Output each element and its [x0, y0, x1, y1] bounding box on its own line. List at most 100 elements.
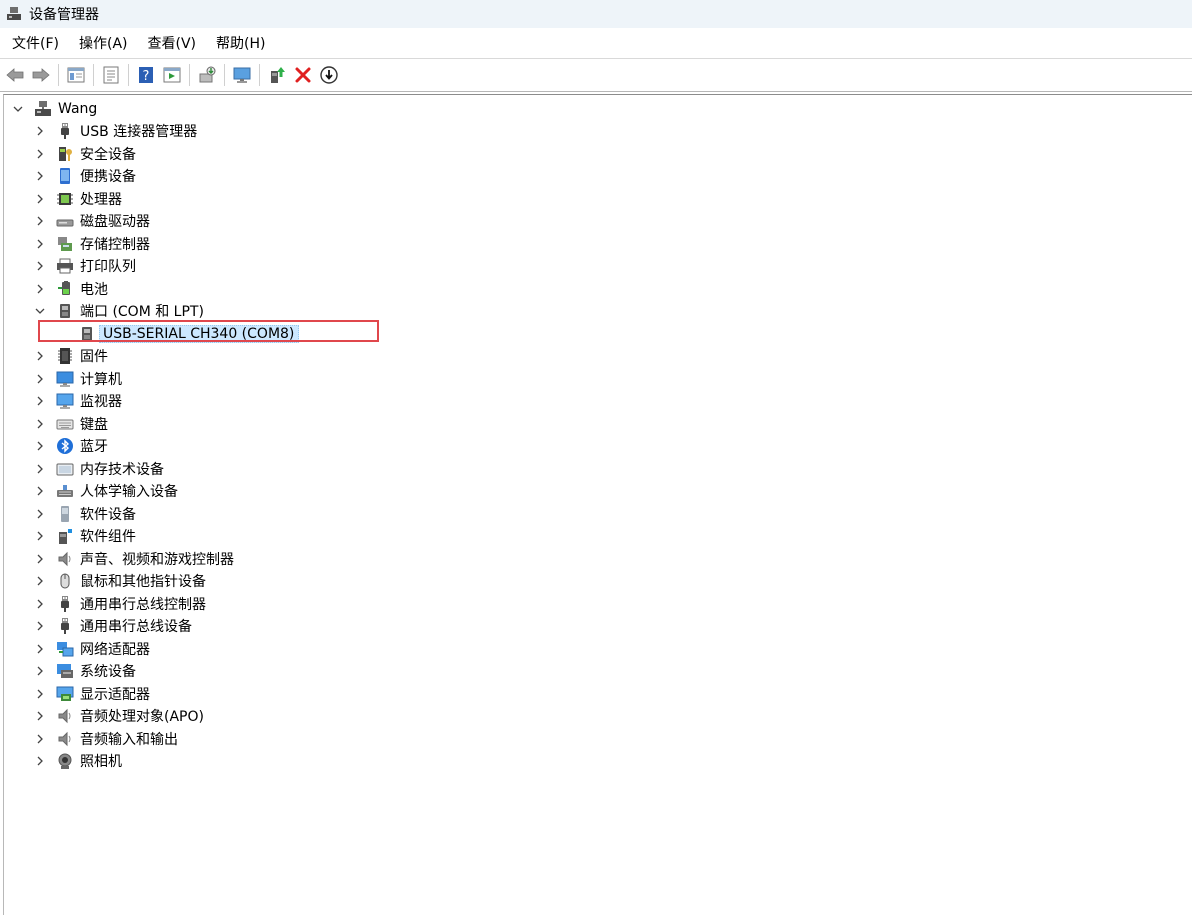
tree-item-label: 鼠标和其他指针设备: [80, 574, 206, 590]
chevron-right-icon[interactable]: [34, 575, 46, 587]
tree-item-label: 打印队列: [80, 259, 136, 275]
chevron-right-icon[interactable]: [34, 485, 46, 497]
tree-item[interactable]: 软件组件: [34, 525, 136, 547]
tree-item[interactable]: 便携设备: [34, 165, 136, 187]
tree-item-label: 显示适配器: [80, 687, 150, 703]
computer-root-icon: [34, 100, 52, 118]
tree-item[interactable]: 蓝牙: [34, 435, 108, 457]
chevron-right-icon[interactable]: [34, 463, 46, 475]
menu-help[interactable]: 帮助(H): [216, 31, 265, 55]
chevron-right-icon[interactable]: [34, 350, 46, 362]
tree-item[interactable]: 存储控制器: [34, 233, 150, 255]
security-key-icon: [56, 145, 74, 163]
back-arrow-icon[interactable]: [4, 64, 26, 86]
forward-arrow-icon[interactable]: [30, 64, 52, 86]
tree-item[interactable]: 软件设备: [34, 503, 136, 525]
tree-item[interactable]: 固件: [34, 345, 108, 367]
tree-item[interactable]: 处理器: [34, 188, 122, 210]
chevron-right-icon[interactable]: [34, 148, 46, 160]
chevron-right-icon[interactable]: [34, 710, 46, 722]
tree-item-label: 电池: [80, 282, 108, 298]
tree-item[interactable]: 计算机: [34, 368, 122, 390]
scan-hardware-icon[interactable]: [196, 64, 218, 86]
chevron-right-icon[interactable]: [34, 665, 46, 677]
tree-item-label: 通用串行总线控制器: [80, 597, 206, 613]
computer-icon: [56, 370, 74, 388]
device-tree[interactable]: Wang USB 连接器管理器安全设备 便携设备 处理器 磁盘驱动器 存储控制器打印队列…: [3, 94, 1192, 915]
tree-item[interactable]: 音频处理对象(APO): [34, 705, 204, 727]
menu-view[interactable]: 查看(V): [148, 31, 197, 55]
menu-action[interactable]: 操作(A): [79, 31, 128, 55]
tree-item[interactable]: 人体学输入设备: [34, 480, 178, 502]
chevron-right-icon[interactable]: [34, 508, 46, 520]
tree-item-label: 固件: [80, 349, 108, 365]
chevron-down-icon[interactable]: [34, 305, 46, 317]
tree-item[interactable]: 通用串行总线控制器: [34, 593, 206, 615]
tree-item-label: USB 连接器管理器: [80, 124, 198, 140]
tree-item[interactable]: 通用串行总线设备: [34, 615, 192, 637]
chevron-right-icon[interactable]: [34, 260, 46, 272]
chevron-down-icon[interactable]: [12, 103, 24, 115]
tree-item-label: 内存技术设备: [80, 462, 164, 478]
chevron-right-icon[interactable]: [34, 733, 46, 745]
tree-item-label: 软件设备: [80, 507, 136, 523]
tree-item[interactable]: 磁盘驱动器: [34, 210, 150, 232]
tree-item[interactable]: 端口 (COM 和 LPT): [34, 300, 204, 322]
memory-card-icon: [56, 460, 74, 478]
chevron-right-icon[interactable]: [34, 283, 46, 295]
tree-root[interactable]: Wang: [12, 98, 97, 120]
console-tree-icon[interactable]: [65, 64, 87, 86]
keyboard-icon: [56, 415, 74, 433]
tree-item[interactable]: 电池: [34, 278, 108, 300]
disable-device-icon[interactable]: [318, 64, 340, 86]
chevron-right-icon[interactable]: [34, 620, 46, 632]
mouse-icon: [56, 572, 74, 590]
tree-item[interactable]: USB 连接器管理器: [34, 120, 197, 142]
chevron-right-icon[interactable]: [34, 215, 46, 227]
tree-item-label: 通用串行总线设备: [80, 619, 192, 635]
tree-item[interactable]: 安全设备: [34, 143, 136, 165]
tree-item[interactable]: 监视器: [34, 390, 122, 412]
monitor-icon[interactable]: [231, 64, 253, 86]
toolbar-separator: [259, 64, 260, 86]
chevron-right-icon[interactable]: [34, 170, 46, 182]
run-action-icon[interactable]: [161, 64, 183, 86]
chevron-right-icon[interactable]: [34, 440, 46, 452]
tree-item[interactable]: 键盘: [34, 413, 108, 435]
tree-item-label: 端口 (COM 和 LPT): [80, 304, 204, 320]
uninstall-x-icon[interactable]: [292, 64, 314, 86]
tree-item[interactable]: 内存技术设备: [34, 458, 164, 480]
tree-item[interactable]: 照相机: [34, 750, 122, 772]
tree-root-label: Wang: [58, 101, 98, 117]
tree-item[interactable]: 网络适配器: [34, 638, 150, 660]
tree-item-label: 声音、视频和游戏控制器: [80, 552, 234, 568]
help-icon[interactable]: ?: [135, 64, 157, 86]
tree-item[interactable]: 声音、视频和游戏控制器: [34, 548, 234, 570]
properties-icon[interactable]: [100, 64, 122, 86]
chevron-right-icon[interactable]: [34, 395, 46, 407]
tree-item[interactable]: 系统设备: [34, 660, 136, 682]
chevron-right-icon[interactable]: [34, 373, 46, 385]
chevron-right-icon[interactable]: [34, 755, 46, 767]
menu-file[interactable]: 文件(F): [12, 31, 59, 55]
chevron-right-icon[interactable]: [34, 193, 46, 205]
system-device-icon: [56, 662, 74, 680]
chevron-right-icon[interactable]: [34, 598, 46, 610]
tree-item[interactable]: 打印队列: [34, 255, 136, 277]
tree-item[interactable]: 显示适配器: [34, 683, 150, 705]
chevron-right-icon[interactable]: [34, 553, 46, 565]
tree-item[interactable]: 鼠标和其他指针设备: [34, 570, 206, 592]
chevron-right-icon[interactable]: [34, 125, 46, 137]
bluetooth-icon: [56, 437, 74, 455]
chevron-right-icon[interactable]: [34, 530, 46, 542]
chevron-right-icon[interactable]: [34, 643, 46, 655]
toolbar-separator: [93, 64, 94, 86]
camera-icon: [56, 752, 74, 770]
tree-item[interactable]: 音频输入和输出: [34, 728, 178, 750]
tree-item-label: 蓝牙: [80, 439, 108, 455]
toolbar-separator: [58, 64, 59, 86]
chevron-right-icon[interactable]: [34, 688, 46, 700]
chevron-right-icon[interactable]: [34, 238, 46, 250]
chevron-right-icon[interactable]: [34, 418, 46, 430]
update-driver-icon[interactable]: [266, 64, 288, 86]
